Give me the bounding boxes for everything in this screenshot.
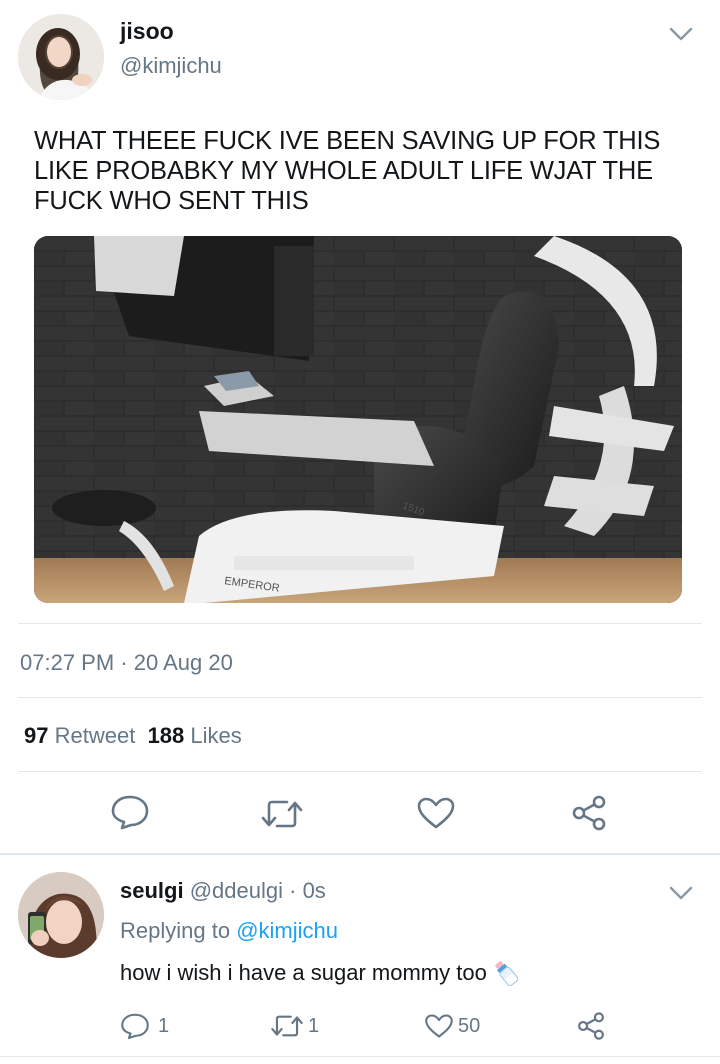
retweet-count-label[interactable]: Retweet <box>55 723 136 748</box>
baby-bottle-icon <box>495 961 519 987</box>
like-button[interactable] <box>416 796 456 830</box>
reply-reply-button[interactable]: 1 <box>120 1012 169 1040</box>
workstation-chair-image: EMPEROR 1510 <box>34 236 682 603</box>
reply-author-avatar[interactable] <box>18 872 104 958</box>
retweet-count[interactable]: 97 <box>24 723 48 748</box>
tweet-media-image[interactable]: EMPEROR 1510 <box>34 236 682 603</box>
author-avatar[interactable] <box>18 14 104 100</box>
reply-author-name[interactable]: seulgi <box>120 878 184 903</box>
divider <box>18 771 702 772</box>
author-handle[interactable]: @kimjichu <box>120 53 222 79</box>
share-icon <box>578 1012 604 1040</box>
retweet-icon <box>261 800 303 828</box>
reply-share-button[interactable] <box>576 1011 606 1041</box>
replying-handle-link[interactable]: @kimjichu <box>236 918 338 943</box>
replying-to: Replying to @kimjichu <box>120 918 338 944</box>
reply-text: how i wish i have a sugar mommy too <box>120 958 521 988</box>
reply-text-content: how i wish i have a sugar mommy too <box>120 960 487 985</box>
like-count-label[interactable]: Likes <box>190 723 241 748</box>
reply-like-count: 50 <box>458 1014 481 1037</box>
divider <box>18 697 702 698</box>
reply-reply-count: 1 <box>158 1014 170 1037</box>
chevron-down-icon[interactable] <box>668 24 694 44</box>
like-count[interactable]: 188 <box>148 723 185 748</box>
like-icon <box>417 797 455 829</box>
tweet-timestamp[interactable]: 07:27 PM · 20 Aug 20 <box>20 650 233 676</box>
reply-icon <box>111 795 149 830</box>
chevron-down-icon[interactable] <box>668 883 694 903</box>
author-name[interactable]: jisoo <box>120 18 174 45</box>
reply-retweet-count: 1 <box>308 1014 320 1037</box>
like-icon <box>425 1014 453 1038</box>
replying-prefix: Replying to <box>120 918 231 943</box>
reply-header: seulgi @ddeulgi · 0s <box>120 878 326 904</box>
reply-like-button[interactable]: 50 <box>424 1013 480 1039</box>
reply-time: · 0s <box>289 878 326 903</box>
reply-retweet-button[interactable]: 1 <box>270 1013 319 1039</box>
share-button[interactable] <box>570 794 608 832</box>
share-icon <box>572 795 606 831</box>
retweet-button[interactable] <box>260 798 304 830</box>
engagement-counts: 97 Retweet 188 Likes <box>24 723 242 749</box>
divider <box>0 853 720 855</box>
reply-button[interactable] <box>110 794 150 830</box>
reply-icon <box>121 1013 149 1040</box>
divider <box>0 1056 720 1057</box>
tweet-text: WHAT THEEE FUCK IVE BEEN SAVING UP FOR T… <box>34 127 661 215</box>
divider <box>18 623 702 624</box>
reply-author-handle[interactable]: @ddeulgi <box>190 878 283 903</box>
retweet-icon <box>271 1015 303 1037</box>
